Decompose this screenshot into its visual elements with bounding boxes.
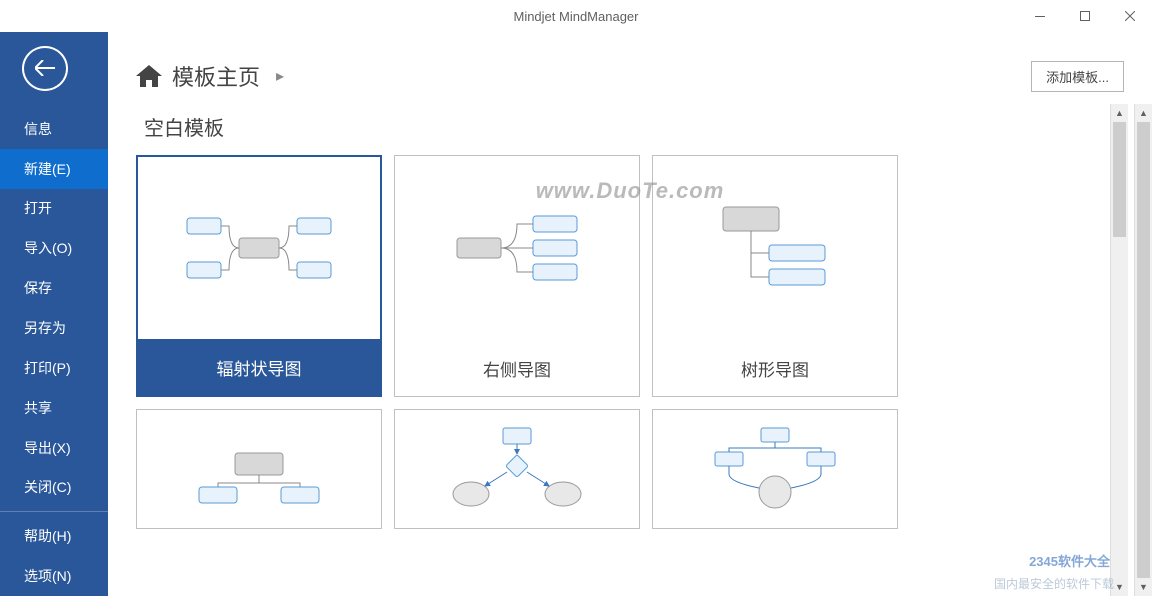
sidebar-item-share[interactable]: 共享 (0, 388, 108, 428)
content-header: 模板主页 ▸ 添加模板... (108, 32, 1152, 104)
close-icon (1125, 11, 1135, 21)
home-icon[interactable] (136, 65, 162, 87)
template-card-tree[interactable]: 树形导图 (652, 155, 898, 397)
template-preview (653, 156, 897, 340)
template-card-4[interactable] (136, 409, 382, 529)
template-card-radial[interactable]: 辐射状导图 (136, 155, 382, 397)
template-label: 辐射状导图 (138, 339, 380, 395)
sidebar-item-import[interactable]: 导入(O) (0, 228, 108, 268)
template-card-right[interactable]: 右侧导图 (394, 155, 640, 397)
minimize-button[interactable] (1017, 0, 1062, 32)
content: 模板主页 ▸ 添加模板... 空白模板 (108, 32, 1152, 596)
template-preview (138, 157, 380, 339)
outer-scrollbar[interactable]: ▲ ▼ (1134, 104, 1152, 596)
breadcrumb: 模板主页 ▸ (136, 60, 284, 92)
back-arrow-icon (35, 60, 55, 76)
sidebar-item-new[interactable]: 新建(E) (0, 149, 108, 189)
template-label: 树形导图 (653, 340, 897, 396)
close-button[interactable] (1107, 0, 1152, 32)
scroll-thumb[interactable] (1113, 122, 1126, 237)
sidebar-item-options[interactable]: 选项(N) (0, 556, 108, 596)
template-card-6[interactable] (652, 409, 898, 529)
sidebar-item-help[interactable]: 帮助(H) (0, 516, 108, 556)
scroll-down-icon[interactable]: ▼ (1111, 578, 1128, 596)
inner-scrollbar[interactable]: ▲ ▼ (1110, 104, 1128, 596)
template-grid-row2 (136, 409, 1110, 529)
sidebar-item-info[interactable]: 信息 (0, 109, 108, 149)
maximize-button[interactable] (1062, 0, 1107, 32)
sidebar-item-open[interactable]: 打开 (0, 189, 108, 229)
template-preview (653, 410, 897, 528)
sidebar-item-saveas[interactable]: 另存为 (0, 308, 108, 348)
scroll-down-icon[interactable]: ▼ (1135, 578, 1152, 596)
template-preview (395, 156, 639, 340)
minimize-icon (1035, 16, 1045, 17)
chevron-right-icon: ▸ (276, 66, 284, 86)
back-button[interactable] (22, 46, 68, 91)
window-title: Mindjet MindManager (513, 9, 638, 24)
template-preview (395, 410, 639, 528)
template-grid: 辐射状导图 (136, 155, 1110, 397)
titlebar: Mindjet MindManager (0, 0, 1152, 32)
sidebar-divider (0, 511, 108, 512)
template-preview (137, 410, 381, 528)
section-title: 空白模板 (144, 112, 1110, 141)
scroll-up-icon[interactable]: ▲ (1111, 104, 1128, 122)
template-label: 右侧导图 (395, 340, 639, 396)
sidebar: 信息 新建(E) 打开 导入(O) 保存 另存为 打印(P) 共享 导出(X) … (0, 32, 108, 596)
template-card-5[interactable] (394, 409, 640, 529)
add-template-button[interactable]: 添加模板... (1031, 61, 1124, 92)
scroll-track[interactable] (1135, 122, 1152, 578)
sidebar-item-close[interactable]: 关闭(C) (0, 467, 108, 507)
window-controls (1017, 0, 1152, 32)
maximize-icon (1080, 11, 1090, 21)
scroll-thumb[interactable] (1137, 122, 1150, 578)
sidebar-item-save[interactable]: 保存 (0, 268, 108, 308)
sidebar-item-export[interactable]: 导出(X) (0, 428, 108, 468)
sidebar-item-print[interactable]: 打印(P) (0, 348, 108, 388)
scroll-up-icon[interactable]: ▲ (1135, 104, 1152, 122)
breadcrumb-title[interactable]: 模板主页 (172, 60, 260, 92)
scroll-track[interactable] (1111, 122, 1128, 578)
